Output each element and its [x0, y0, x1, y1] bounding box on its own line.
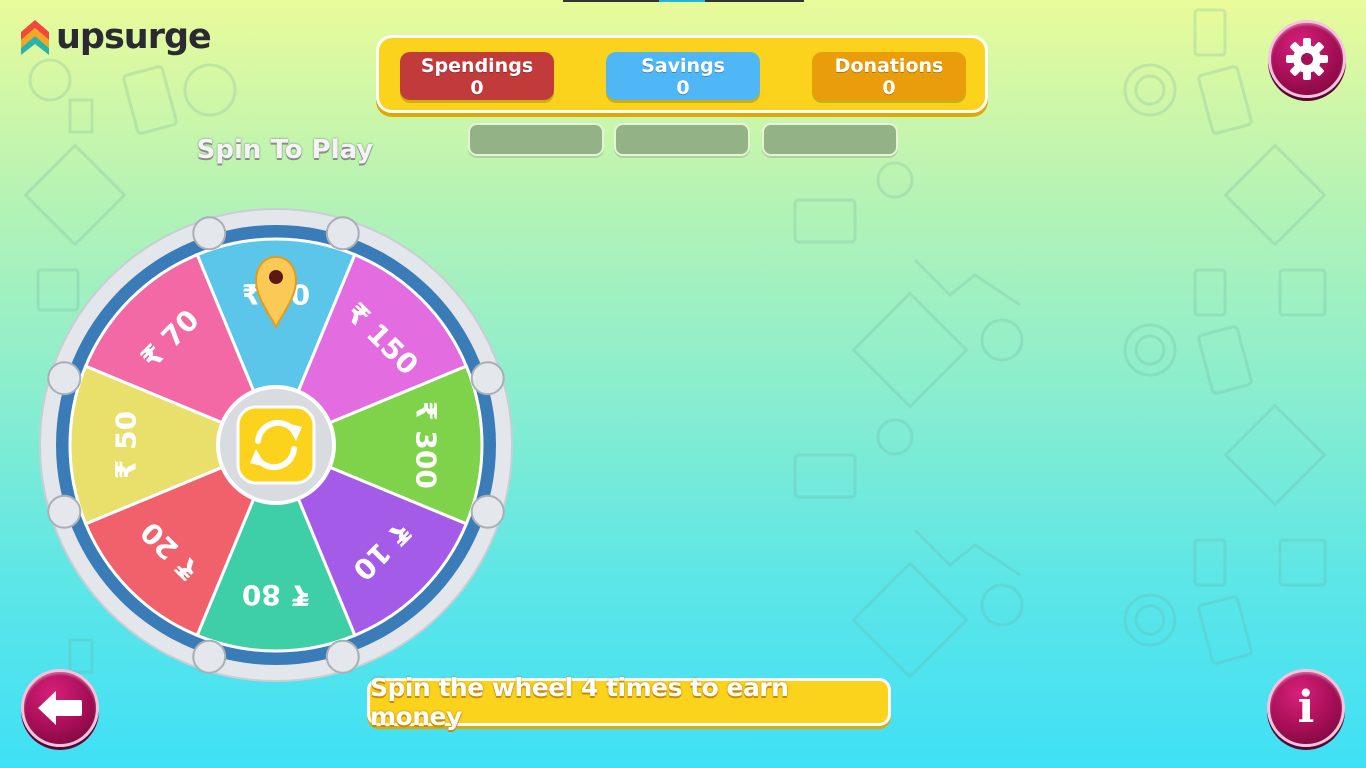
donations-value: 0	[882, 77, 896, 99]
spendings-label: Spendings	[420, 55, 534, 77]
upsurge-logo-icon	[21, 20, 49, 55]
spin-result-slot	[468, 123, 604, 156]
wheel-segment-label: ₹ 300	[410, 401, 443, 489]
wheel-bolt	[470, 361, 505, 396]
donations-label: Donations	[834, 55, 944, 77]
gear-icon	[1286, 38, 1328, 80]
spendings-value: 0	[470, 77, 484, 99]
wheel-bolt	[192, 216, 227, 251]
top-progress-line	[563, 0, 804, 2]
wheel-bolt	[470, 494, 505, 529]
wheel-bolt	[192, 639, 227, 674]
wheel-bolt	[325, 639, 360, 674]
wheel-bolt	[325, 216, 360, 251]
info-button[interactable]: i	[1267, 669, 1345, 747]
brand-logo: upsurge	[18, 16, 212, 58]
back-button[interactable]	[21, 669, 99, 747]
savings-pill: Savings 0	[606, 52, 760, 100]
savings-value: 0	[676, 77, 690, 99]
donations-pill: Donations 0	[812, 52, 966, 100]
wheel-segment-label: ₹ 50	[110, 411, 143, 479]
wheel-bolt	[47, 494, 82, 529]
info-icon: i	[1297, 682, 1315, 733]
wheel-bolt	[47, 361, 82, 396]
savings-label: Savings	[641, 55, 725, 77]
score-panel: Spendings 0 Savings 0 Donations 0	[376, 35, 988, 113]
spin-title: Spin To Play	[196, 135, 374, 165]
spin-button[interactable]	[236, 405, 316, 485]
back-arrow-icon	[38, 691, 82, 725]
spendings-pill: Spendings 0	[400, 52, 554, 100]
spin-result-slot	[614, 123, 750, 156]
settings-button[interactable]	[1268, 20, 1346, 98]
spin-result-slot	[762, 123, 898, 156]
prize-wheel[interactable]: ₹ 30₹ 150₹ 300₹ 10₹ 80₹ 20₹ 50₹ 70	[30, 165, 530, 685]
brand-name: upsurge	[56, 17, 212, 57]
instruction-banner: Spin the wheel 4 times to earn money	[367, 673, 891, 731]
wheel-segment-label: ₹ 80	[242, 579, 310, 612]
